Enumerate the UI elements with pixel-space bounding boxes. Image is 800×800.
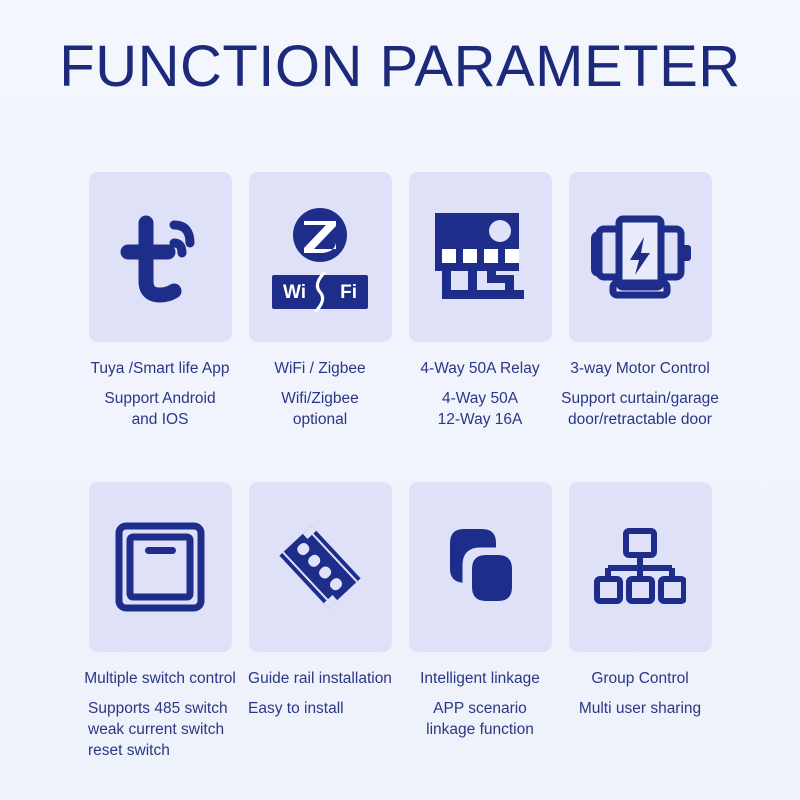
feature-subtitle: Easy to install [248, 700, 344, 717]
feature-subtitle: Supports 485 switch weak current switch … [88, 700, 228, 759]
feature-title: Group Control [591, 670, 689, 687]
feature-subtitle: Wifi/Zigbee optional [281, 390, 359, 428]
feature-subtitle: APP scenario linkage function [426, 700, 534, 738]
feature-caption: Guide rail installation Easy to install [240, 668, 400, 719]
wifi-badge-left-text: Wi [283, 281, 307, 303]
relay-board-icon [431, 211, 529, 303]
icon-tile [568, 482, 712, 652]
wifi-badge: Wi Fi [272, 272, 368, 312]
icon-tile [248, 482, 392, 652]
din-rail-icon [268, 515, 372, 619]
feature-title: 3-way Motor Control [570, 360, 710, 377]
feature-caption: 4-Way 50A Relay 4-Way 50A 12-Way 16A [400, 358, 560, 430]
feature-card-din-rail[interactable]: Guide rail installation Easy to install [240, 482, 400, 761]
feature-caption: 3-way Motor Control Support curtain/gara… [560, 358, 720, 430]
feature-title: Multiple switch control [84, 670, 236, 687]
icon-tile [408, 482, 552, 652]
function-parameter-page: FUNCTION PARAMETER Tuya /Smart life App … [0, 0, 800, 800]
feature-title: Guide rail installation [248, 670, 392, 687]
feature-card-group-control[interactable]: Group Control Multi user sharing [560, 482, 720, 761]
feature-caption: Group Control Multi user sharing [560, 668, 720, 719]
feature-card-linkage[interactable]: Intelligent linkage APP scenario linkage… [400, 482, 560, 761]
feature-card-multiple-switch[interactable]: Multiple switch control Supports 485 swi… [80, 482, 240, 761]
feature-card-motor[interactable]: 3-way Motor Control Support curtain/gara… [560, 172, 720, 430]
feature-card-tuya[interactable]: Tuya /Smart life App Support Android and… [80, 172, 240, 430]
icon-tile [568, 172, 712, 342]
hierarchy-icon [594, 527, 686, 607]
icon-tile: Wi Fi [248, 172, 392, 342]
wifi-badge-right-text: Fi [340, 281, 357, 303]
feature-caption: Tuya /Smart life App Support Android and… [80, 358, 240, 430]
linkage-icon [436, 523, 524, 611]
feature-caption: WiFi / Zigbee Wifi/Zigbee optional [240, 358, 400, 430]
wall-switch-icon [114, 521, 206, 613]
zigbee-logo-icon [290, 205, 350, 265]
feature-subtitle: 4-Way 50A 12-Way 16A [437, 390, 523, 428]
feature-subtitle: Support Android and IOS [104, 390, 216, 428]
feature-caption: Intelligent linkage APP scenario linkage… [400, 668, 560, 740]
feature-card-relay[interactable]: 4-Way 50A Relay 4-Way 50A 12-Way 16A [400, 172, 560, 430]
feature-row-1: Tuya /Smart life App Support Android and… [0, 172, 800, 430]
feature-card-wifi-zigbee[interactable]: Wi Fi WiFi / Zigbee Wifi/Zigbee optional [240, 172, 400, 430]
motor-icon [585, 211, 695, 303]
tuya-logo-icon [112, 205, 208, 309]
feature-row-2: Multiple switch control Supports 485 swi… [0, 482, 800, 761]
feature-title: 4-Way 50A Relay [420, 360, 540, 377]
icon-tile [88, 482, 232, 652]
feature-subtitle: Support curtain/garage door/retractable … [561, 390, 719, 428]
feature-subtitle: Multi user sharing [578, 700, 702, 717]
feature-title: WiFi / Zigbee [274, 360, 366, 377]
icon-tile [88, 172, 232, 342]
wifi-swoosh-divider [313, 272, 327, 312]
zigbee-wifi-icon: Wi Fi [272, 205, 368, 312]
feature-title: Tuya /Smart life App [90, 360, 230, 377]
feature-title: Intelligent linkage [420, 670, 540, 687]
icon-tile [408, 172, 552, 342]
page-title: FUNCTION PARAMETER [59, 34, 741, 99]
feature-caption: Multiple switch control Supports 485 swi… [80, 668, 240, 761]
